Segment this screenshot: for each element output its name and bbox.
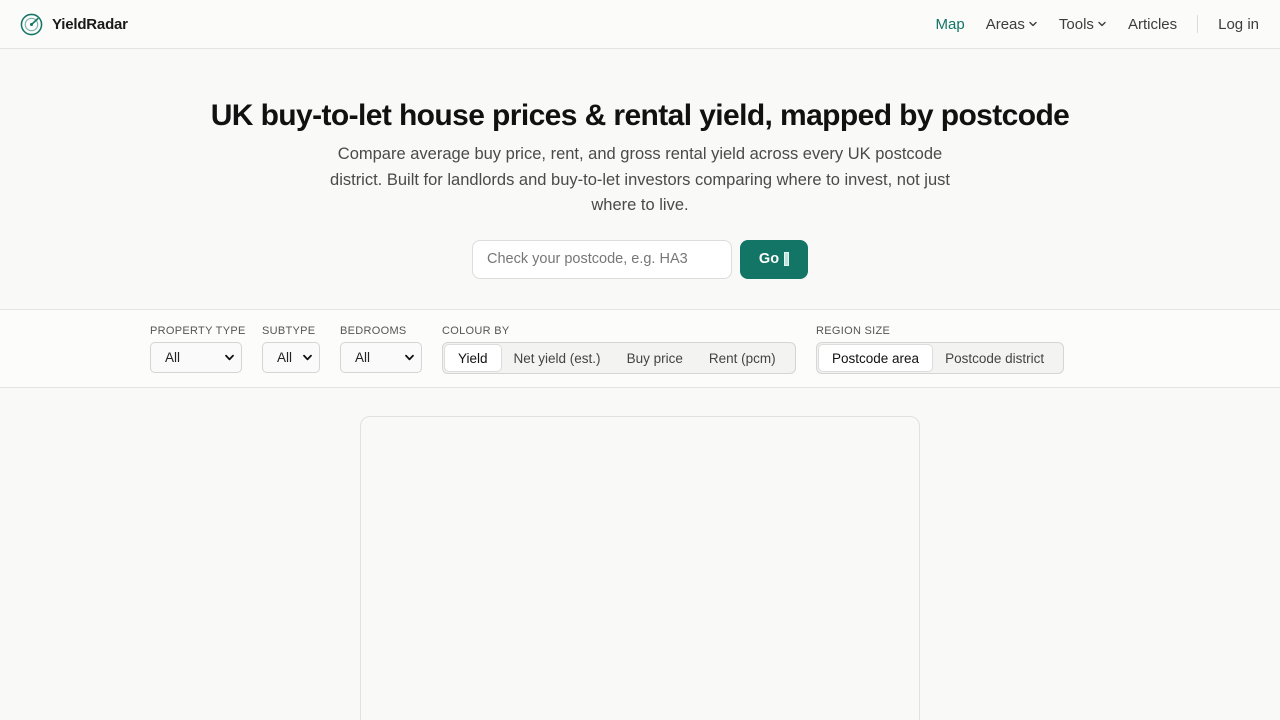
text-cursor-icon xyxy=(784,252,790,266)
region-size-label: REGION SIZE xyxy=(816,325,891,337)
nav-item-tools[interactable]: Tools xyxy=(1059,16,1107,33)
bedrooms-value: All xyxy=(355,350,371,365)
chevron-down-icon xyxy=(303,354,312,361)
radar-logo-icon xyxy=(20,13,43,35)
nav-item-map[interactable]: Map xyxy=(936,16,965,33)
property-type-filter: PROPERTY TYPE All xyxy=(150,324,246,373)
nav-divider xyxy=(1197,15,1199,33)
go-button-label: Go xyxy=(758,251,780,267)
page-title: UK buy-to-let house prices & rental yiel… xyxy=(210,99,1070,132)
go-button[interactable]: Go xyxy=(740,239,808,279)
colour-by-rent[interactable]: Rent (pcm) xyxy=(696,345,789,371)
bedrooms-filter: BEDROOMS All xyxy=(340,324,422,373)
postcode-search-input[interactable] xyxy=(472,239,732,279)
subtype-value: All xyxy=(277,350,293,365)
region-size-toggle: Postcode area Postcode district xyxy=(816,342,1064,374)
colour-by-yield[interactable]: Yield xyxy=(445,345,501,371)
map-container[interactable] xyxy=(360,416,920,720)
nav-item-label: Tools xyxy=(1058,15,1094,33)
nav-item-articles[interactable]: Articles xyxy=(1128,16,1177,33)
main-nav: Map Areas Tools Articles Log in xyxy=(915,0,1259,48)
hero-section: UK buy-to-let house prices & rental yiel… xyxy=(0,49,1280,309)
nav-item-label: Articles xyxy=(1127,15,1178,33)
region-size-district[interactable]: Postcode district xyxy=(932,345,1057,371)
nav-item-label: Areas xyxy=(985,15,1025,33)
nav-item-areas[interactable]: Areas xyxy=(986,16,1038,33)
top-navigation-bar: YieldRadar Map Areas Tools Articles Log … xyxy=(0,0,1280,49)
colour-by-label: COLOUR BY xyxy=(442,325,510,337)
filter-bar: PROPERTY TYPE All SUBTYPE All BEDROOMS A… xyxy=(0,309,1280,388)
chevron-down-icon xyxy=(1029,21,1037,27)
login-link[interactable]: Log in xyxy=(1218,16,1259,33)
property-type-value: All xyxy=(165,350,181,365)
subtype-select[interactable]: All xyxy=(262,342,320,373)
property-type-select[interactable]: All xyxy=(150,342,242,373)
region-size-area[interactable]: Postcode area xyxy=(819,345,933,371)
chevron-down-icon xyxy=(1098,21,1106,27)
nav-item-label: Map xyxy=(935,15,965,33)
property-type-label: PROPERTY TYPE xyxy=(150,325,246,337)
chevron-down-icon xyxy=(405,354,414,361)
colour-by-filter: COLOUR BY Yield Net yield (est.) Buy pri… xyxy=(442,324,796,374)
map-section xyxy=(0,388,1280,720)
login-label: Log in xyxy=(1218,15,1259,33)
chevron-down-icon xyxy=(225,354,234,361)
page-subtitle: Compare average buy price, rent, and gro… xyxy=(330,145,950,214)
bedrooms-select[interactable]: All xyxy=(340,342,422,373)
bedrooms-label: BEDROOMS xyxy=(340,325,407,337)
brand-link[interactable]: YieldRadar xyxy=(20,13,128,36)
subtype-label: SUBTYPE xyxy=(262,325,316,337)
subtype-filter: SUBTYPE All xyxy=(262,324,320,373)
brand-name: YieldRadar xyxy=(52,15,128,33)
colour-by-net-yield[interactable]: Net yield (est.) xyxy=(501,345,614,371)
colour-by-buy-price[interactable]: Buy price xyxy=(614,345,696,371)
region-size-filter: REGION SIZE Postcode area Postcode distr… xyxy=(816,324,1064,374)
colour-by-toggle: Yield Net yield (est.) Buy price Rent (p… xyxy=(442,342,796,374)
postcode-search: Go xyxy=(0,239,1280,279)
